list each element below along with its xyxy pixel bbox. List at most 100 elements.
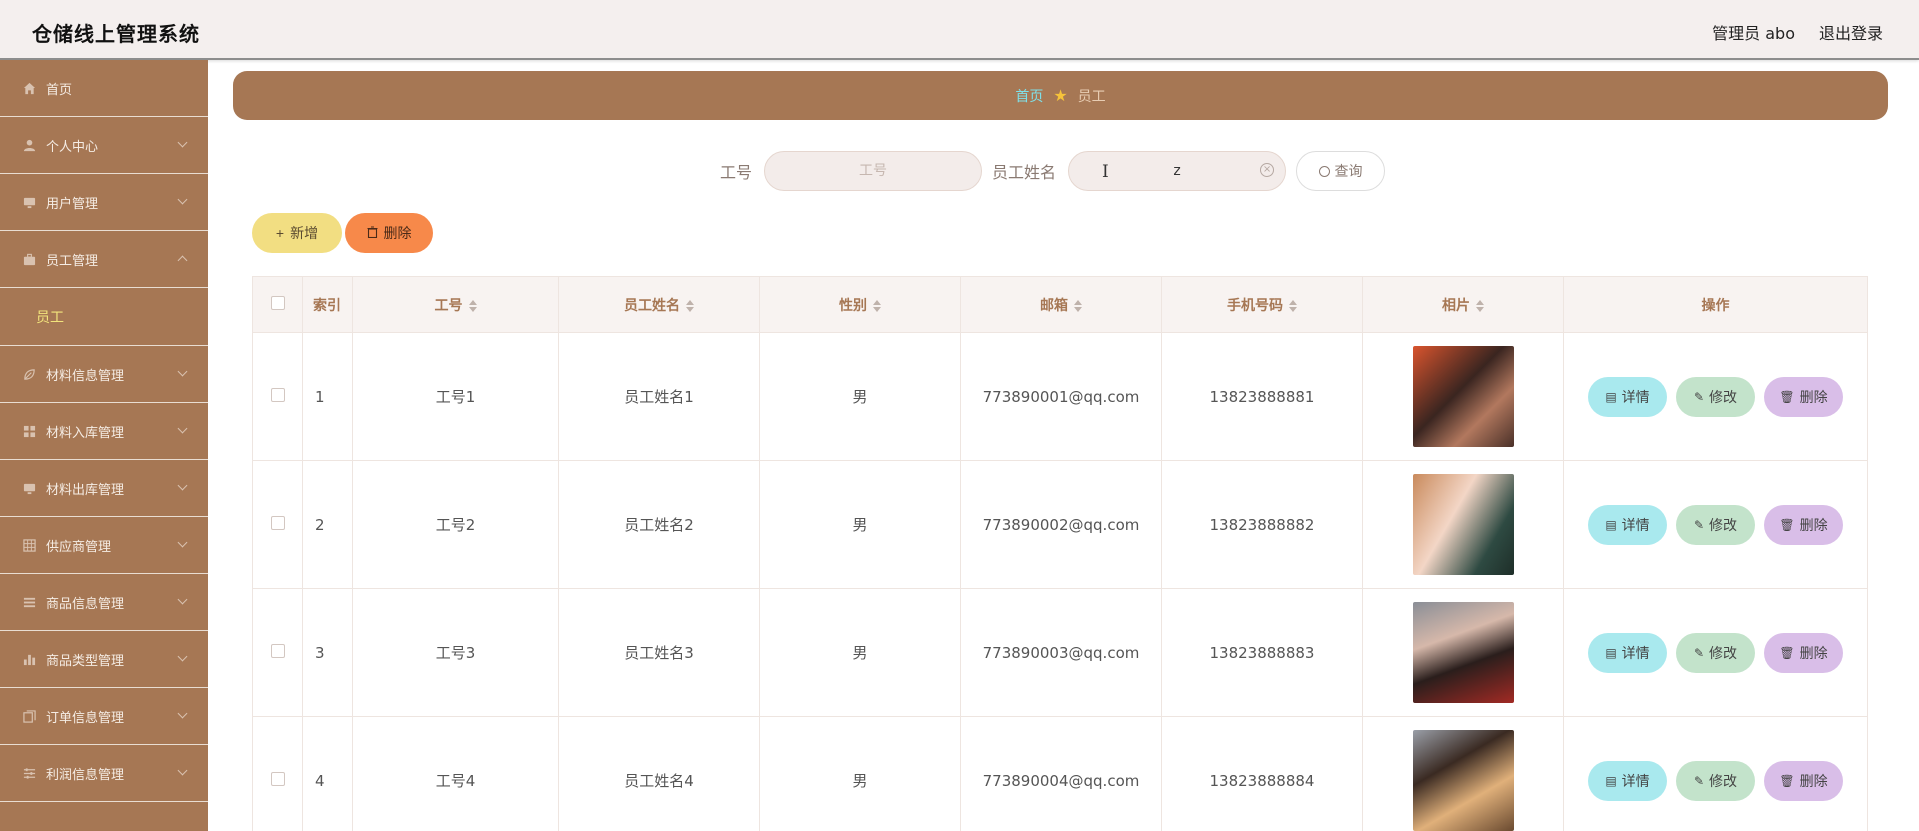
row-select-cell <box>252 716 303 831</box>
employee-name-field-wrapper: I × <box>1068 151 1287 191</box>
select-all-checkbox[interactable] <box>270 295 285 310</box>
delete-button[interactable]: 🗑 删除 <box>1764 632 1843 673</box>
employee-number-field-wrapper <box>764 151 983 191</box>
cell-operations: ▤ 详情 ✎ 修改 🗑 删除 <box>1563 460 1868 589</box>
chevron-down-icon <box>177 423 188 434</box>
sidebar-item-material-inbound[interactable]: 材料入库管理 <box>0 403 208 460</box>
document-icon: ▤ <box>1605 773 1617 788</box>
employee-photo[interactable] <box>1412 730 1514 831</box>
sidebar-item-label: 利润信息管理 <box>46 767 125 783</box>
edit-button-label: 修改 <box>1709 388 1738 405</box>
sidebar-item-user-management[interactable]: 用户管理 <box>0 174 208 231</box>
sidebar-item-label: 用户管理 <box>46 196 99 212</box>
sidebar-item-employee-management[interactable]: 员工管理 <box>0 231 208 288</box>
cell-gender: 男 <box>759 332 961 461</box>
sidebar-item-label: 员工管理 <box>46 253 99 269</box>
breadcrumb-home-link[interactable]: 首页 <box>1015 86 1043 106</box>
column-header-email[interactable]: 邮箱 <box>960 276 1162 333</box>
row-checkbox[interactable] <box>270 643 285 658</box>
edit-button[interactable]: ✎ 修改 <box>1676 760 1755 801</box>
delete-button[interactable]: 🗑 删除 <box>1764 760 1843 801</box>
detail-button[interactable]: ▤ 详情 <box>1588 504 1667 545</box>
user-icon <box>22 138 36 152</box>
sidebar: 首页 个人中心 用户管理 员工管理 员工 材料信息管理 材料入库管理 材料出库管… <box>0 60 208 831</box>
chevron-down-icon <box>177 651 188 662</box>
sidebar-item-label: 材料出库管理 <box>46 482 125 498</box>
delete-button-label: 删除 <box>1799 772 1828 789</box>
sidebar-item-label: 材料信息管理 <box>46 368 125 384</box>
sort-icon[interactable] <box>1074 299 1082 312</box>
cell-phone: 13823888883 <box>1161 588 1363 717</box>
sort-icon[interactable] <box>468 299 477 312</box>
sort-icon[interactable] <box>1289 299 1297 312</box>
table-row: 1 工号1 员工姓名1 男 773890001@qq.com 138238888… <box>252 332 1868 461</box>
edit-button-label: 修改 <box>1709 516 1738 533</box>
delete-button[interactable]: 🗑 删除 <box>1764 504 1843 545</box>
detail-button[interactable]: ▤ 详情 <box>1588 376 1667 417</box>
copy-icon <box>22 709 36 723</box>
edit-button[interactable]: ✎ 修改 <box>1676 632 1755 673</box>
detail-button[interactable]: ▤ 详情 <box>1588 632 1667 673</box>
breadcrumb: 首页 ★ 员工 <box>233 71 1888 120</box>
user-label[interactable]: 管理员 abo <box>1712 20 1795 44</box>
logout-link[interactable]: 退出登录 <box>1819 20 1883 44</box>
sidebar-item-material-info[interactable]: 材料信息管理 <box>0 346 208 403</box>
cell-photo <box>1362 588 1564 717</box>
employee-name-input[interactable] <box>1068 151 1287 191</box>
briefcase-icon <box>22 252 36 266</box>
search-form: 工号 员工姓名 I × 查询 <box>720 151 1386 191</box>
employee-name-label: 员工姓名 <box>992 163 1057 182</box>
edit-button[interactable]: ✎ 修改 <box>1676 504 1755 545</box>
query-button[interactable]: 查询 <box>1296 151 1386 191</box>
cell-photo <box>1362 332 1564 461</box>
detail-button[interactable]: ▤ 详情 <box>1588 760 1667 801</box>
employee-photo[interactable] <box>1412 474 1514 575</box>
cell-name: 员工姓名3 <box>558 588 760 717</box>
employee-number-input[interactable] <box>764 151 983 191</box>
sidebar-item-product-info[interactable]: 商品信息管理 <box>0 574 208 631</box>
sidebar-item-label: 商品信息管理 <box>46 596 125 612</box>
cell-phone: 13823888881 <box>1161 332 1363 461</box>
row-checkbox[interactable] <box>270 387 285 402</box>
employee-photo[interactable] <box>1412 602 1514 703</box>
column-header-gender[interactable]: 性别 <box>759 276 961 333</box>
sidebar-item-supplier[interactable]: 供应商管理 <box>0 517 208 574</box>
employee-table: 索引 工号 员工姓名 性别 邮箱 手机号码 相片 操作 1 工号1 员工姓名1 … <box>252 276 1868 831</box>
cell-operations: ▤ 详情 ✎ 修改 🗑 删除 <box>1563 332 1868 461</box>
header-user-area: 管理员 abo 退出登录 <box>1712 20 1883 44</box>
query-button-label: 查询 <box>1334 163 1363 179</box>
cell-operations: ▤ 详情 ✎ 修改 🗑 删除 <box>1563 588 1868 717</box>
breadcrumb-current: 员工 <box>1077 88 1106 105</box>
sidebar-subitem-employee[interactable]: 员工 <box>0 288 208 346</box>
search-icon <box>1318 165 1330 177</box>
employee-photo[interactable] <box>1412 346 1514 447</box>
edit-button[interactable]: ✎ 修改 <box>1676 376 1755 417</box>
row-checkbox[interactable] <box>270 515 285 530</box>
sidebar-item-material-outbound[interactable]: 材料出库管理 <box>0 460 208 517</box>
cell-gender: 男 <box>759 460 961 589</box>
sidebar-item-personal-center[interactable]: 个人中心 <box>0 117 208 174</box>
cell-phone: 13823888882 <box>1161 460 1363 589</box>
delete-button[interactable]: 🗑 删除 <box>1764 376 1843 417</box>
clear-icon[interactable]: × <box>1260 163 1275 177</box>
row-checkbox[interactable] <box>270 771 285 786</box>
sort-icon[interactable] <box>873 299 881 312</box>
sidebar-item-product-type[interactable]: 商品类型管理 <box>0 631 208 688</box>
cell-email: 773890003@qq.com <box>960 588 1162 717</box>
add-button[interactable]: + 新增 <box>252 213 342 253</box>
chevron-down-icon <box>177 594 188 605</box>
column-header-phone[interactable]: 手机号码 <box>1161 276 1363 333</box>
column-header-photo[interactable]: 相片 <box>1362 276 1564 333</box>
column-header-number[interactable]: 工号 <box>352 276 559 333</box>
sidebar-item-order-info[interactable]: 订单信息管理 <box>0 688 208 745</box>
sort-icon[interactable] <box>1476 299 1484 312</box>
delete-button-label: 删除 <box>1799 644 1828 661</box>
column-header-label: 性别 <box>839 297 867 314</box>
column-header-name[interactable]: 员工姓名 <box>558 276 760 333</box>
sidebar-item-home[interactable]: 首页 <box>0 60 208 117</box>
sidebar-item-label: 个人中心 <box>46 139 99 155</box>
table-header-row: 索引 工号 员工姓名 性别 邮箱 手机号码 相片 操作 <box>252 276 1868 333</box>
sort-icon[interactable] <box>686 299 694 312</box>
sidebar-item-profit-info[interactable]: 利润信息管理 <box>0 745 208 802</box>
bulk-delete-button[interactable]: 删除 <box>345 213 433 253</box>
